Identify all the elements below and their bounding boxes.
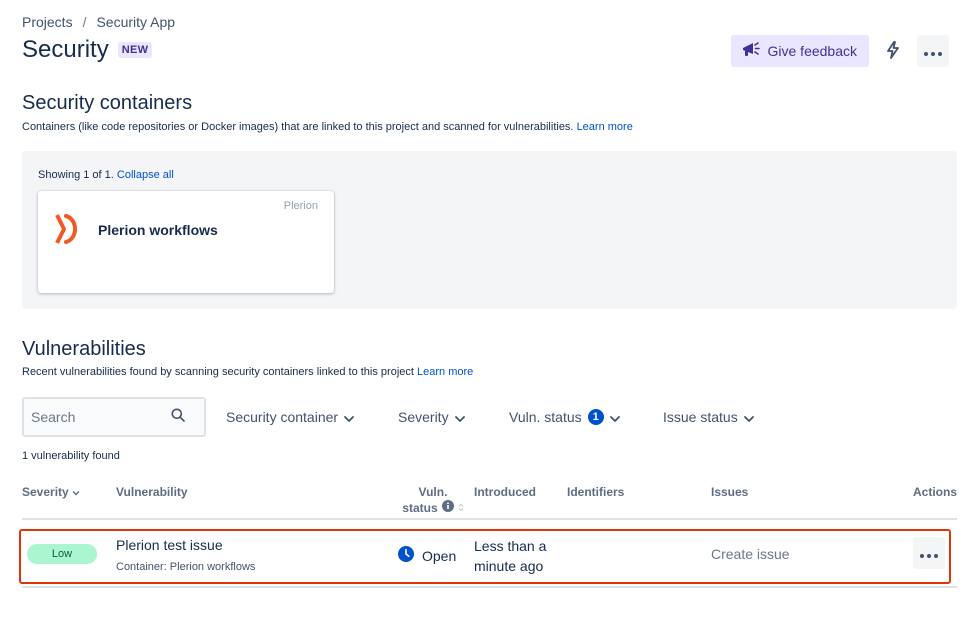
header-actions: Give feedback [730,35,949,67]
vuln-status-count-badge: 1 [587,409,604,425]
give-feedback-button[interactable]: Give feedback [730,35,869,67]
chevron-down-icon [344,409,354,425]
megaphone-icon [741,41,761,62]
issue-status-filter-label: Issue status [663,409,738,425]
column-vuln-status[interactable]: Vuln. status [399,485,467,516]
severity-filter[interactable]: Severity [398,402,465,432]
containers-panel: Showing 1 of 1. Collapse all Plerion Ple… [22,151,957,309]
introduced-time: Less than a minute ago [474,538,547,574]
create-issue-link[interactable]: Create issue [711,546,790,562]
lightning-icon [886,40,900,62]
collapse-all-link[interactable]: Collapse all [117,169,174,181]
vulnerability-count-text: 1 vulnerability found [22,450,120,462]
table-row[interactable]: Low Plerion test issue Container: Plerio… [19,529,951,584]
card-name: Plerion workflows [98,222,218,238]
filter-bar: Security container Severity Vuln. status… [22,397,957,437]
vuln-status-text: Open [422,547,457,564]
chevron-down-icon [743,409,754,425]
plerion-logo-icon [54,213,84,245]
column-introduced: Introduced [474,485,536,499]
severity-badge: Low [27,544,97,564]
chevron-down-icon [454,409,465,425]
column-actions: Actions [913,485,958,499]
page-title: Security [22,36,109,63]
containers-showing-text: Showing 1 of 1. Collapse all [38,169,174,181]
column-vuln-status-line1: Vuln. [418,485,448,499]
vulnerability-name: Plerion test issue [116,537,223,553]
showing-count: Showing 1 of 1. [38,169,114,181]
search-box [22,397,206,437]
issue-status-filter[interactable]: Issue status [663,402,754,432]
title-row: Security NEW [22,36,153,64]
breadcrumb: Projects / Security App [22,14,175,30]
severity-filter-label: Severity [398,409,449,425]
vulnerabilities-heading: Vulnerabilities [22,338,146,360]
security-container-filter-label: Security container [226,409,339,425]
breadcrumb-security-app[interactable]: Security App [96,14,175,30]
column-severity[interactable]: Severity [22,485,80,499]
security-container-filter[interactable]: Security container [226,402,354,432]
more-icon [920,546,938,561]
column-issues: Issues [711,485,749,499]
column-vulnerability: Vulnerability [116,485,188,499]
automation-button[interactable] [877,35,909,67]
vuln-status: Open [398,546,456,565]
more-actions-button[interactable] [917,35,949,67]
security-containers-description: Containers (like code repositories or Do… [22,121,633,133]
give-feedback-label: Give feedback [767,43,858,59]
column-severity-label: Severity [22,485,69,499]
info-icon[interactable] [441,500,454,516]
containers-description-text: Containers (like code repositories or Do… [22,121,574,133]
clock-icon [398,546,414,565]
column-identifiers: Identifiers [567,485,625,499]
breadcrumb-separator: / [82,14,87,30]
vulnerabilities-description-text: Recent vulnerabilities found by scanning… [22,366,414,378]
table-header: Severity Vulnerability Vuln. status Intr… [22,484,957,520]
breadcrumb-projects[interactable]: Projects [22,14,73,30]
chevron-down-icon [609,409,620,425]
vuln-status-filter-label: Vuln. status [509,409,582,425]
row-actions-button[interactable] [913,537,945,569]
search-input[interactable] [31,409,171,425]
new-badge: NEW [117,42,153,58]
column-vuln-status-line2: status [402,500,438,515]
card-vendor: Plerion [283,200,318,212]
sort-desc-icon [72,485,80,499]
sort-icon [458,501,464,516]
vulnerability-container: Container: Plerion workflows [116,561,256,573]
security-containers-heading: Security containers [22,92,193,114]
more-icon [924,44,942,59]
row-divider [22,586,957,588]
vulnerabilities-description: Recent vulnerabilities found by scanning… [22,366,473,378]
container-card[interactable]: Plerion Plerion workflows [38,191,334,293]
vuln-status-filter[interactable]: Vuln. status 1 [509,402,620,432]
containers-learn-more-link[interactable]: Learn more [577,121,633,133]
vulnerabilities-learn-more-link[interactable]: Learn more [417,366,473,378]
search-icon [171,408,185,427]
